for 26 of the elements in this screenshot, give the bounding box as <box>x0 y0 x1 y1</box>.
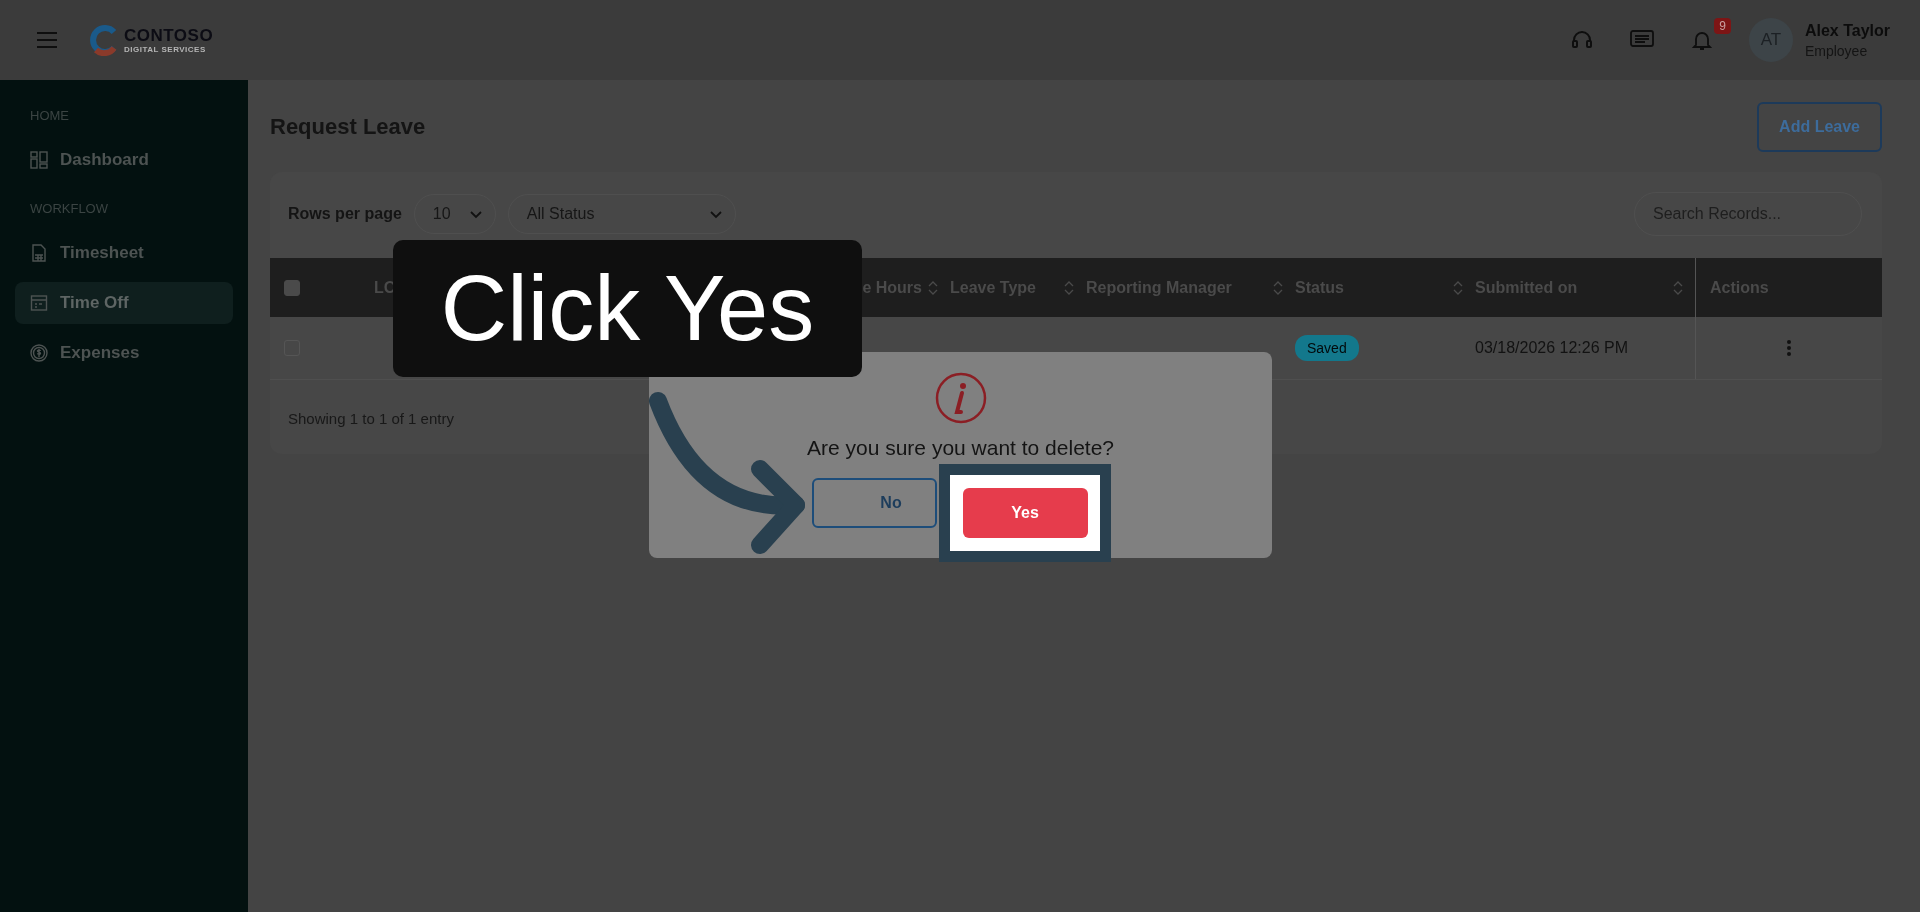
instruction-callout: Click Yes <box>393 240 862 377</box>
dialog-button[interactable]: Yes <box>962 488 1088 538</box>
sort-icon[interactable] <box>1453 279 1463 296</box>
sort-icon[interactable] <box>1673 279 1683 296</box>
sidebar-item[interactable]: Expenses <box>15 332 233 374</box>
sort-icon[interactable] <box>1064 279 1074 296</box>
dashboard-icon <box>30 151 48 169</box>
logo-tagline: DIGITAL SERVICES <box>124 45 207 54</box>
add-leave-button[interactable]: Add Leave <box>1757 102 1882 152</box>
more-icon[interactable] <box>1786 339 1792 357</box>
sidebar-item[interactable]: Timesheet <box>15 232 233 274</box>
dollar-icon <box>30 344 48 362</box>
sidebar-item[interactable]: Time Off <box>15 282 233 324</box>
document-icon <box>30 244 48 262</box>
sort-icon[interactable] <box>1273 279 1283 296</box>
section-heading: WORKFLOW <box>29 201 109 216</box>
info-icon <box>934 372 987 424</box>
status-tag: Saved <box>1295 335 1359 361</box>
select-all-checkbox[interactable] <box>284 279 300 296</box>
dialog-message: Are you sure you want to delete? <box>807 436 1114 460</box>
notification-count: 9 <box>1714 18 1731 34</box>
section-heading: HOME <box>29 108 70 123</box>
sidebar-item[interactable]: Dashboard <box>15 139 233 181</box>
calendar-icon <box>30 294 48 312</box>
sort-icon[interactable] <box>928 279 938 296</box>
dialog-button[interactable]: No <box>811 478 937 528</box>
